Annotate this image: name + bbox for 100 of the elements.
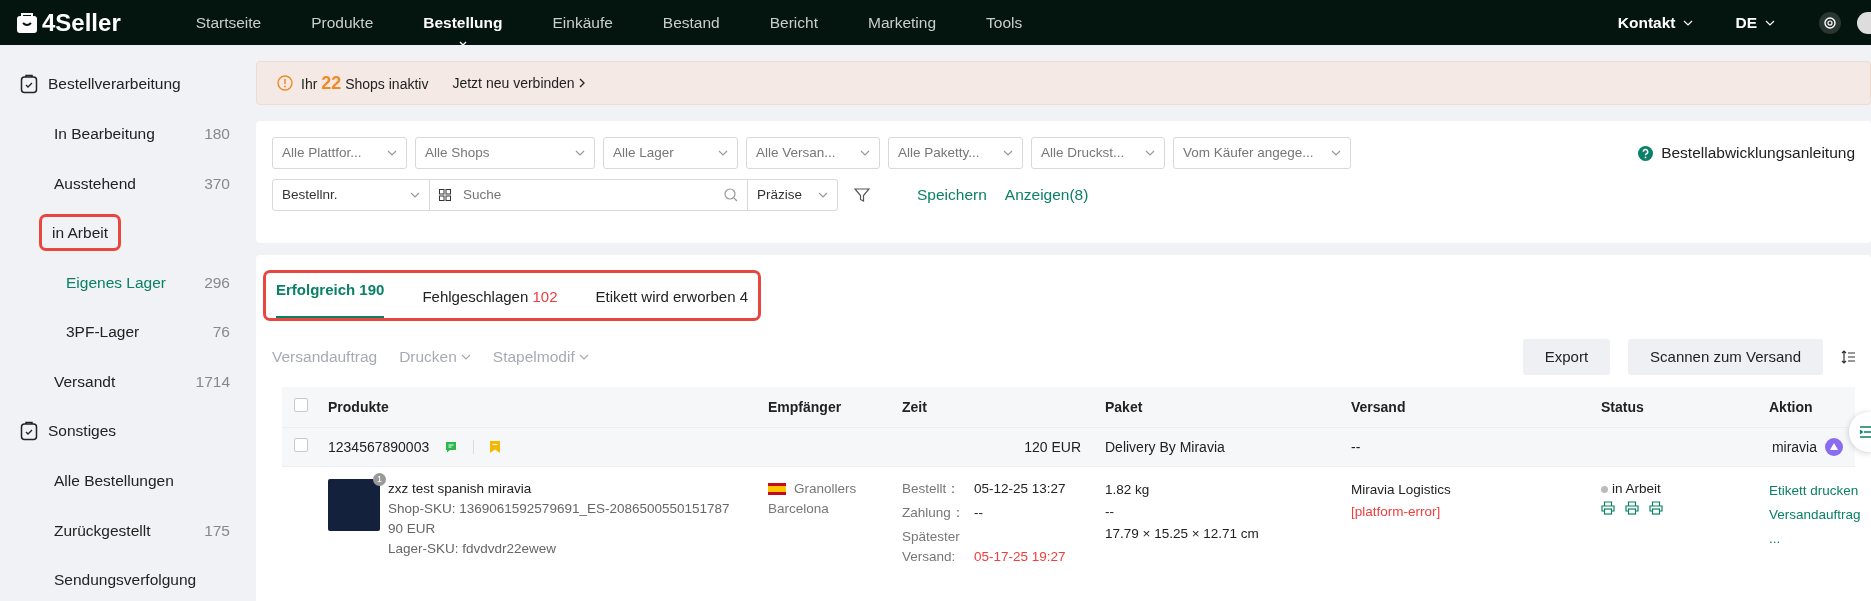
nav-tab[interactable]: Tools <box>984 10 1025 35</box>
order-number: 1234567890003 <box>328 437 430 457</box>
show-filters-button[interactable]: Anzeigen(8) <box>1003 182 1090 208</box>
toolbar-button[interactable]: Export <box>1522 339 1611 375</box>
nav-tab[interactable]: Einkäufe <box>550 10 615 35</box>
column-settings-icon[interactable] <box>1841 350 1855 364</box>
sidebar-item[interactable]: Eigenes Lager 296 <box>0 257 250 307</box>
chevron-right-icon <box>578 78 585 88</box>
status-tab[interactable]: Fehlgeschlagen 102 <box>422 286 558 318</box>
chevron-down-icon <box>1145 150 1155 156</box>
platform-name: miravia <box>1771 437 1817 457</box>
filter-icon[interactable] <box>854 187 870 203</box>
bag-logo-icon <box>16 11 38 34</box>
caret-down-icon <box>458 41 467 47</box>
shop-sku: Shop-SKU: 1369061592579691_ES-2086500550151787 <box>388 500 730 518</box>
list-icon <box>1859 425 1871 439</box>
clipboard-icon <box>20 74 38 94</box>
filter-dropdown[interactable]: Alle Paketty... <box>888 137 1023 169</box>
column-header: Empfänger <box>767 397 843 417</box>
chevron-down-icon <box>1765 19 1775 26</box>
sidebar-group-title: Bestellverarbeitung <box>48 74 181 95</box>
search-field[interactable]: Suche <box>430 179 748 211</box>
sidebar-item[interactable]: In Bearbeitung 180 <box>0 109 250 159</box>
order-checkbox[interactable] <box>294 437 308 452</box>
match-dropdown[interactable]: Präzise <box>748 179 838 211</box>
action-link[interactable]: ... <box>1769 527 1781 551</box>
carrier-text: -- <box>1351 438 1361 455</box>
recipient-region: Barcelona <box>768 500 829 518</box>
printer-icon[interactable] <box>1601 501 1615 516</box>
chevron-down-icon <box>578 354 589 360</box>
product-price: 90 EUR <box>388 520 436 538</box>
carrier-name: Miravia Logistics <box>1351 481 1451 499</box>
sidebar-item[interactable]: Alle Bestellungen <box>0 456 250 506</box>
column-header: Paket <box>1104 397 1144 417</box>
clipboard-icon <box>20 421 38 441</box>
status-tab[interactable]: Erfolgreich 190 <box>276 279 385 318</box>
nav-tab[interactable]: Startseite <box>193 10 264 35</box>
chevron-down-icon <box>387 150 397 156</box>
settings-icon[interactable] <box>1819 11 1841 34</box>
avatar[interactable] <box>1857 11 1871 34</box>
search-icon <box>724 188 738 202</box>
chevron-down-icon <box>1003 150 1013 156</box>
column-header: Aktion <box>1768 397 1814 417</box>
recipient-city: Granollers <box>794 480 857 498</box>
select-all-checkbox[interactable] <box>294 397 308 412</box>
nav-tab[interactable]: Bestellung <box>421 10 505 35</box>
product-title: zxz test spanish miravia <box>388 480 532 498</box>
contact-menu[interactable]: Kontakt <box>1615 10 1696 35</box>
reconnect-link[interactable]: Jetzt neu verbinden <box>452 72 585 94</box>
chevron-down-icon <box>818 192 828 198</box>
warning-icon <box>277 75 293 91</box>
shipping-method: Delivery By Miravia <box>1105 438 1225 455</box>
search-type-dropdown[interactable]: Bestellnr. <box>272 179 430 211</box>
time-label: Zahlung： <box>902 504 962 522</box>
help-icon <box>1638 145 1654 161</box>
printer-icon[interactable] <box>1625 501 1639 516</box>
sidebar-item[interactable]: 3PF-Lager 76 <box>0 307 250 357</box>
save-button[interactable]: Speichern <box>916 182 988 208</box>
printer-icon[interactable] <box>1649 501 1663 516</box>
chevron-down-icon <box>460 354 471 360</box>
chevron-down-icon <box>410 192 420 198</box>
carrier-error: [platform-error] <box>1351 503 1441 521</box>
status-tab[interactable]: Etikett wird erworben 4 <box>595 286 749 318</box>
nav-tab[interactable]: Bericht <box>767 10 820 35</box>
banner-text: Ihr 22 Shops inaktiv <box>301 71 429 95</box>
filter-dropdown[interactable]: Alle Versan... <box>746 137 880 169</box>
filter-dropdown[interactable]: Alle Lager <box>603 137 738 169</box>
sidebar-group-title: Sonstiges <box>48 421 117 442</box>
sidebar-item[interactable]: Ausstehend 370 <box>0 158 250 208</box>
order-total: 120 EUR <box>1024 438 1081 455</box>
quantity-badge: 1 <box>373 473 386 486</box>
package-weight: 1.82 kg <box>1105 481 1150 499</box>
toolbar-button[interactable]: Scannen zum Versand <box>1628 339 1823 375</box>
action-link[interactable]: Etikett drucken <box>1769 479 1859 503</box>
package-text: -- <box>1105 503 1114 521</box>
time-value: -- <box>974 504 983 522</box>
filter-dropdown[interactable]: Alle Shops <box>415 137 595 169</box>
guide-link[interactable]: Bestellabwicklungsanleitung <box>1661 141 1855 165</box>
package-dimensions: 17.79 × 15.25 × 12.71 cm <box>1105 525 1259 543</box>
sidebar-item[interactable]: Sendungsverfolgung <box>0 555 250 601</box>
filter-dropdown[interactable]: Alle Druckst... <box>1031 137 1165 169</box>
language-menu[interactable]: DE <box>1733 10 1777 35</box>
time-label: Spätester Versand: <box>902 528 961 566</box>
logo-text: 4Seller <box>42 7 121 38</box>
filter-dropdown[interactable]: Vom Käufer angege... <box>1173 137 1351 169</box>
chevron-down-icon <box>860 150 870 156</box>
time-value: 05-17-25 19:27 <box>974 548 1066 566</box>
time-label: Bestellt： <box>902 480 962 498</box>
filter-dropdown[interactable]: Alle Plattfor... <box>272 137 407 169</box>
sidebar-item[interactable]: Zurückgestellt 175 <box>0 505 250 555</box>
sidebar-item[interactable]: in Arbeit <box>0 208 250 258</box>
sidebar-item[interactable]: Versandt 1714 <box>0 356 250 406</box>
nav-tab[interactable]: Marketing <box>865 10 939 35</box>
column-header: Status <box>1600 397 1645 417</box>
status-text: in Arbeit <box>1612 480 1661 498</box>
nav-tab[interactable]: Bestand <box>660 10 722 35</box>
column-header: Versand <box>1350 397 1407 417</box>
nav-tab[interactable]: Produkte <box>309 10 376 35</box>
action-link[interactable]: Versandauftrag <box>1769 503 1861 527</box>
stock-sku: Lager-SKU: fdvdvdr22ewew <box>388 540 557 558</box>
